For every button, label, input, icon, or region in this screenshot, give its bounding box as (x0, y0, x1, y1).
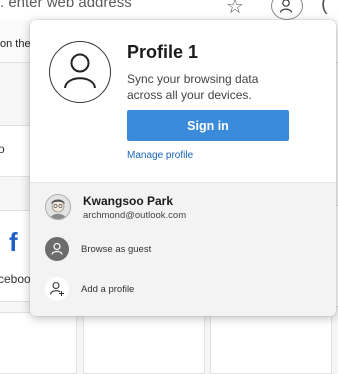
background-tile[interactable] (83, 312, 205, 374)
profile-avatar (49, 41, 111, 103)
profile-flyout: Profile 1 Sync your browsing data across… (30, 20, 336, 316)
facebook-icon: f (9, 227, 18, 257)
avatar-image-icon (46, 195, 70, 219)
add-profile-icon[interactable] (45, 277, 69, 301)
favorite-star-icon[interactable]: ☆ (226, 0, 244, 19)
guest-icon[interactable] (45, 237, 69, 261)
profile-description: Sync your browsing data across all your … (127, 72, 259, 102)
person-icon (279, 0, 293, 13)
background-tile[interactable] (0, 312, 77, 374)
address-bar[interactable]: . enter web address ☆ ( (0, 0, 338, 20)
profile-name: Profile 1 (127, 42, 199, 62)
add-profile-button[interactable]: Add a profile (81, 284, 134, 295)
background-tile[interactable] (210, 312, 332, 374)
account-name[interactable]: Kwangsoo Park (83, 194, 173, 208)
add-person-icon (49, 281, 64, 296)
settings-more-icon[interactable]: ( (321, 0, 328, 16)
address-input[interactable]: . enter web address (0, 0, 132, 11)
background-tile-text: o (0, 142, 5, 156)
browse-as-guest-button[interactable]: Browse as guest (81, 244, 151, 255)
profile-button[interactable] (271, 0, 303, 20)
guest-person-icon (51, 242, 63, 255)
person-icon (64, 53, 96, 89)
facebook-tile-label: ceboo (0, 272, 31, 286)
manage-profile-link[interactable]: Manage profile (127, 150, 193, 161)
favorites-item[interactable]: on the (0, 38, 31, 50)
sign-in-button[interactable]: Sign in (127, 110, 289, 141)
account-email: archmond@outlook.com (83, 210, 187, 221)
profile-list (30, 182, 336, 316)
user-avatar[interactable] (45, 194, 71, 220)
